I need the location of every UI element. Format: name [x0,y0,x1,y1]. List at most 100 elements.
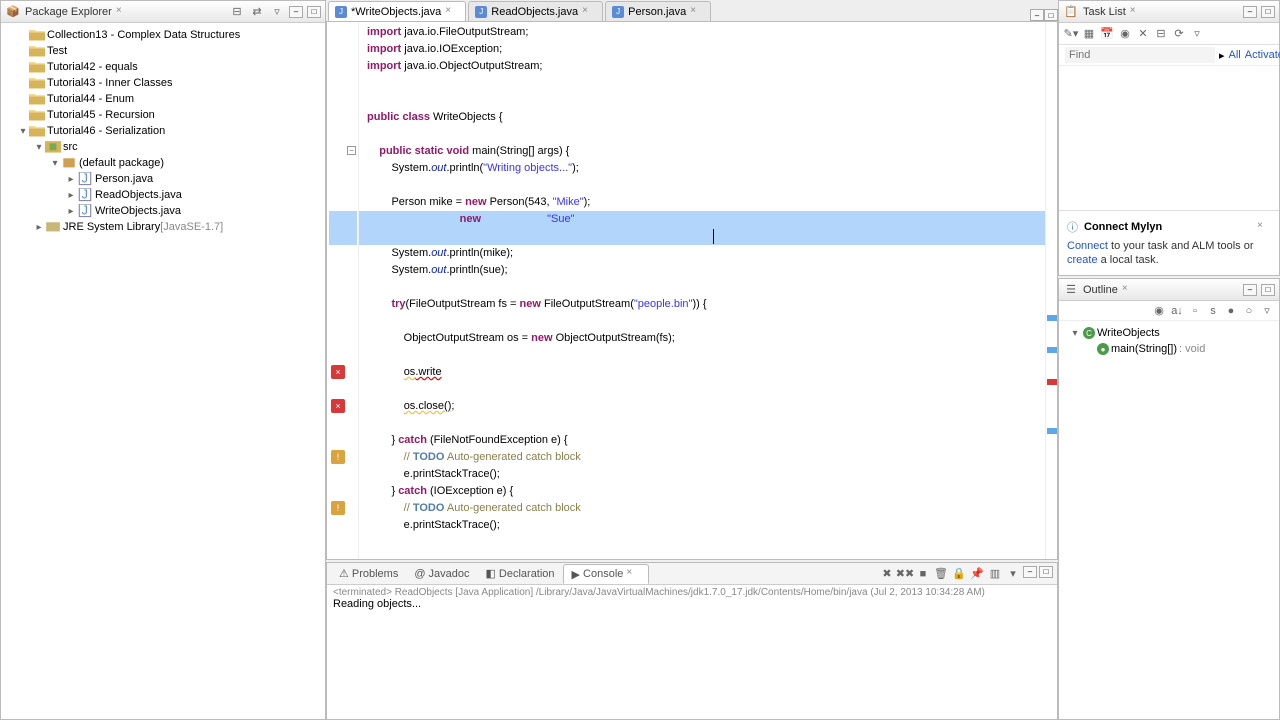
collapse-icon[interactable]: ⊟ [1153,26,1169,42]
code-line[interactable]: Person mike = new Person(543, "Mike"); [367,194,1045,211]
code-line[interactable]: } catch (IOException e) { [367,483,1045,500]
close-icon[interactable]: × [626,567,640,581]
outline-minimize-button[interactable]: – [1243,284,1257,296]
new-task-icon[interactable]: ✎▾ [1063,26,1079,42]
collapse-all-icon[interactable]: ⊟ [229,4,245,20]
bottom-minimize-button[interactable]: – [1023,566,1037,578]
tree-row[interactable]: ▸JPerson.java [1,171,325,187]
code-line[interactable]: // TODO Auto-generated catch block [367,500,1045,517]
code-line[interactable] [367,347,1045,364]
editor-area[interactable]: −××!! import java.io.FileOutputStream;im… [326,22,1058,560]
code-line[interactable]: System.out.println(sue); [367,262,1045,279]
code-line[interactable]: public class WriteObjects { [367,109,1045,126]
tree-row[interactable]: ▾Tutorial46 - Serialization [1,123,325,139]
task-find-input[interactable] [1065,47,1215,63]
categorize-icon[interactable]: ▦ [1081,26,1097,42]
code-line[interactable] [367,381,1045,398]
maximize-button[interactable]: □ [307,6,321,18]
scroll-lock-icon[interactable]: 🔒 [951,566,967,582]
task-maximize-button[interactable]: □ [1261,6,1275,18]
schedule-icon[interactable]: 📅 [1099,26,1115,42]
tree-row[interactable]: Tutorial45 - Recursion [1,107,325,123]
remove-launch-icon[interactable]: ✖ [879,566,895,582]
mylyn-close-icon[interactable]: × [1257,220,1271,234]
hide-fields-icon[interactable]: ▫ [1187,303,1203,319]
code-line[interactable] [367,415,1045,432]
view-menu-icon[interactable]: ▿ [1259,303,1275,319]
code-line[interactable] [367,279,1045,296]
code-line[interactable]: System.out.println("Writing objects...")… [367,160,1045,177]
editor-maximize-button[interactable]: □ [1044,9,1058,21]
package-explorer-tree[interactable]: Collection13 - Complex Data StructuresTe… [1,23,325,719]
tree-row[interactable]: Tutorial44 - Enum [1,91,325,107]
tree-row[interactable]: Test [1,43,325,59]
editor-tab[interactable]: JReadObjects.java× [468,1,603,21]
editor-tab[interactable]: JPerson.java× [605,1,711,21]
focus-icon[interactable]: ◉ [1117,26,1133,42]
bottom-tab[interactable]: ⚠Problems [331,565,406,582]
code-line[interactable]: os.close(); [367,398,1045,415]
outline-tree[interactable]: ▾CWriteObjects●main(String[]) : void [1059,321,1279,361]
sort-icon[interactable]: a↓ [1169,303,1185,319]
link-editor-icon[interactable]: ⇄ [249,4,265,20]
close-tab-icon[interactable]: × [445,5,459,19]
outline-item[interactable]: ▾CWriteObjects [1063,325,1275,341]
console-body[interactable]: <terminated> ReadObjects [Java Applicati… [327,585,1057,719]
code-line[interactable]: os.write [367,364,1045,381]
outline-maximize-button[interactable]: □ [1261,284,1275,296]
code-line[interactable]: // TODO Auto-generated catch block [367,449,1045,466]
bottom-maximize-button[interactable]: □ [1039,566,1053,578]
code-line[interactable]: e.printStackTrace(); [367,466,1045,483]
overview-ruler[interactable] [1045,22,1057,559]
code-area[interactable]: import java.io.FileOutputStream;import j… [359,22,1045,559]
hide-icon[interactable]: ✕ [1135,26,1151,42]
code-line[interactable]: e.printStackTrace(); [367,517,1045,534]
code-line[interactable] [367,126,1045,143]
close-tab-icon[interactable]: × [582,5,596,19]
code-line[interactable]: } catch (FileNotFoundException e) { [367,432,1045,449]
code-line[interactable]: System.out.println(mike); [367,245,1045,262]
code-line[interactable]: import java.io.IOException; [367,41,1045,58]
hide-local-icon[interactable]: ○ [1241,303,1257,319]
tree-row[interactable]: Collection13 - Complex Data Structures [1,27,325,43]
connect-link[interactable]: Connect [1067,240,1108,252]
code-line[interactable] [367,177,1045,194]
code-line[interactable]: import java.io.ObjectOutputStream; [367,58,1045,75]
task-minimize-button[interactable]: – [1243,6,1257,18]
editor-minimize-button[interactable]: – [1030,9,1044,21]
synchronize-icon[interactable]: ⟳ [1171,26,1187,42]
task-activate-link[interactable]: Activate... [1245,49,1280,61]
terminate-icon[interactable]: ■ [915,566,931,582]
code-line[interactable] [367,313,1045,330]
tree-row[interactable]: Tutorial42 - equals [1,59,325,75]
remove-all-icon[interactable]: ✖✖ [897,566,913,582]
hide-nonpublic-icon[interactable]: ● [1223,303,1239,319]
close-icon[interactable]: × [1122,283,1136,297]
tree-row[interactable]: ▾src [1,139,325,155]
tree-row[interactable]: ▸JWriteObjects.java [1,203,325,219]
bottom-tab[interactable]: ◧Declaration [478,565,563,582]
hide-static-icon[interactable]: s [1205,303,1221,319]
focus-icon[interactable]: ◉ [1151,303,1167,319]
bottom-tab[interactable]: @Javadoc [406,566,477,582]
close-icon[interactable]: × [1130,5,1144,19]
code-line[interactable]: import java.io.FileOutputStream; [367,24,1045,41]
find-prev-icon[interactable]: ▸ [1219,49,1225,62]
view-menu-icon[interactable]: ▿ [1189,26,1205,42]
code-line[interactable] [367,75,1045,92]
close-icon[interactable]: × [116,5,130,19]
task-all-link[interactable]: All [1229,49,1241,61]
code-line[interactable]: try(FileOutputStream fs = new FileOutput… [367,296,1045,313]
close-tab-icon[interactable]: × [690,5,704,19]
create-link[interactable]: create [1067,254,1098,266]
pin-console-icon[interactable]: 📌 [969,566,985,582]
bottom-tab[interactable]: ▶Console× [563,564,650,584]
clear-console-icon[interactable]: 🗑 [933,566,949,582]
view-menu-icon[interactable]: ▿ [269,4,285,20]
code-line[interactable] [367,92,1045,109]
editor-tab[interactable]: J*WriteObjects.java× [328,1,466,21]
display-selected-icon[interactable]: ▥ [987,566,1003,582]
tree-row[interactable]: ▾(default package) [1,155,325,171]
outline-item[interactable]: ●main(String[]) : void [1063,341,1275,357]
code-line[interactable]: public static void main(String[] args) { [367,143,1045,160]
